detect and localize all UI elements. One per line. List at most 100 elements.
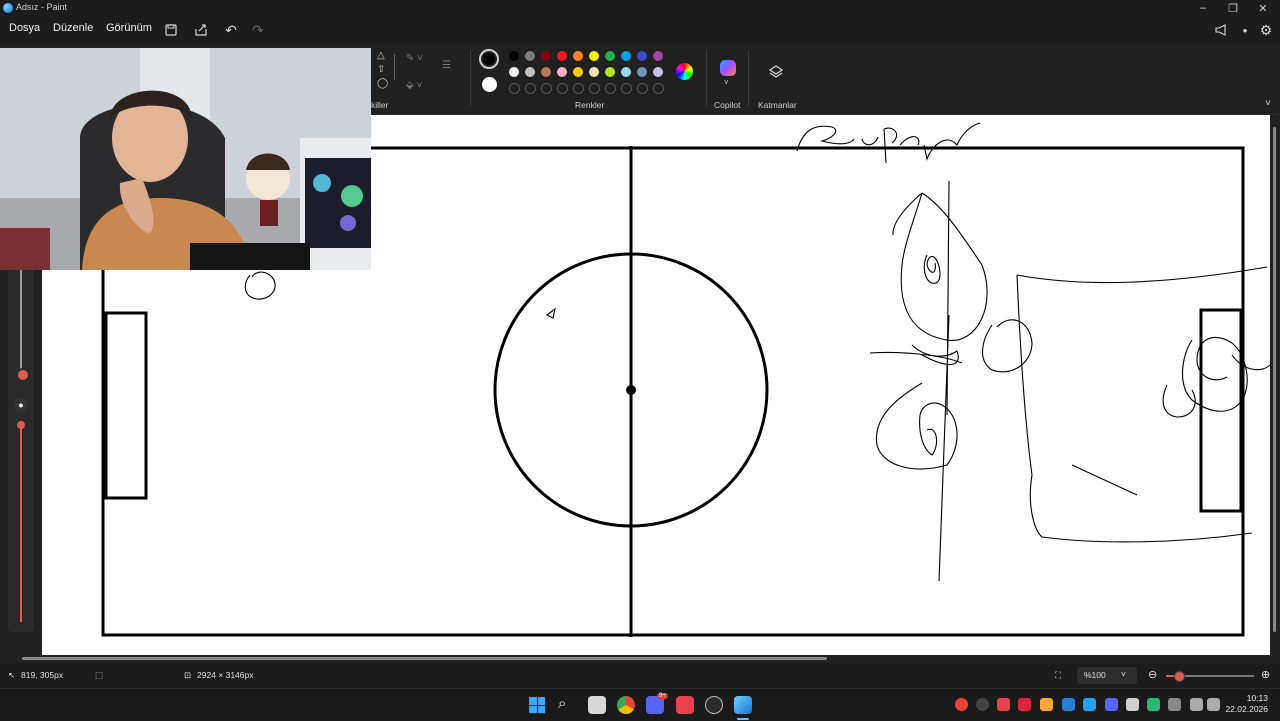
tray-app2-icon[interactable] xyxy=(1126,698,1139,711)
clock-date: 22.02.2026 xyxy=(1225,704,1268,714)
menu-gorunum[interactable]: Görünüm xyxy=(106,22,152,34)
color-swatch[interactable] xyxy=(541,51,551,61)
ribbon-collapse-icon[interactable]: ˅ xyxy=(1265,98,1271,109)
windows-start-icon[interactable] xyxy=(529,697,545,713)
opacity-slider-track[interactable] xyxy=(20,426,22,622)
network-icon[interactable] xyxy=(1190,698,1203,711)
outline-icon[interactable]: ✎ ˅ xyxy=(406,53,423,64)
copilot-icon[interactable] xyxy=(720,60,736,76)
settings-icon[interactable]: ⚙ xyxy=(1256,20,1276,40)
tray-discord-icon[interactable] xyxy=(1105,698,1118,711)
tray-steam-icon[interactable] xyxy=(976,698,989,711)
megaphone-icon[interactable] xyxy=(1211,20,1231,40)
close-icon[interactable]: ✕ xyxy=(1248,0,1278,16)
tray-blue-icon[interactable] xyxy=(1083,698,1096,711)
color-swatch[interactable] xyxy=(589,51,599,61)
color-swatch[interactable] xyxy=(653,51,663,61)
edit-colors-icon[interactable] xyxy=(676,63,693,80)
microphone-icon[interactable] xyxy=(1168,698,1181,711)
color-swatch[interactable] xyxy=(605,51,615,61)
arrow-shape-icon[interactable]: ⇧ xyxy=(377,64,385,75)
zoom-in-icon[interactable]: ⊕ xyxy=(1261,668,1270,681)
custom-color-slot[interactable] xyxy=(605,83,616,94)
vertical-scroll-thumb[interactable] xyxy=(1273,127,1276,632)
color-swatch[interactable] xyxy=(573,67,583,77)
custom-color-slot[interactable] xyxy=(541,83,552,94)
custom-color-slot[interactable] xyxy=(557,83,568,94)
custom-color-slot[interactable] xyxy=(525,83,536,94)
size-slider-thumb[interactable] xyxy=(16,368,30,382)
custom-color-slot[interactable] xyxy=(653,83,664,94)
steam-icon[interactable] xyxy=(705,696,723,714)
paint-icon[interactable] xyxy=(734,696,752,714)
freehand-scribbles xyxy=(244,122,1270,582)
bluetooth-icon[interactable] xyxy=(1062,698,1075,711)
color-swatch[interactable] xyxy=(653,67,663,77)
color-swatch[interactable] xyxy=(557,67,567,77)
color-swatch[interactable] xyxy=(605,67,615,77)
custom-color-slot[interactable] xyxy=(589,83,600,94)
horizontal-scrollbar[interactable] xyxy=(0,655,1280,663)
window-title: Adsız - Paint xyxy=(16,2,68,12)
zoom-out-icon[interactable]: ⊖ xyxy=(1148,668,1157,681)
start-tile xyxy=(529,705,537,713)
color-swatch[interactable] xyxy=(525,67,535,77)
color-swatch[interactable] xyxy=(509,67,519,77)
color-swatch[interactable] xyxy=(637,51,647,61)
color-swatch[interactable] xyxy=(541,67,551,77)
canvas-size-icon: ⊡ xyxy=(184,670,192,680)
tray-chrome-icon[interactable] xyxy=(955,698,968,711)
custom-color-slot[interactable] xyxy=(621,83,632,94)
copilot-dropdown-icon[interactable]: ˅ xyxy=(724,78,729,87)
color-swatch[interactable] xyxy=(557,51,567,61)
opacity-slider-thumb[interactable] xyxy=(17,421,25,429)
file-explorer-icon[interactable] xyxy=(588,696,606,714)
account-icon[interactable]: ● xyxy=(1235,20,1255,40)
share-icon[interactable] xyxy=(191,20,211,40)
custom-color-slot[interactable] xyxy=(509,83,520,94)
color-swatch[interactable] xyxy=(621,67,631,77)
vertical-scrollbar[interactable] xyxy=(1270,115,1280,655)
primary-color[interactable] xyxy=(479,49,499,69)
color-swatch[interactable] xyxy=(509,51,519,61)
chevron-down-icon: ˅ xyxy=(1121,669,1126,679)
minimize-icon[interactable]: – xyxy=(1188,0,1218,16)
color-swatch[interactable] xyxy=(589,67,599,77)
fill-icon[interactable]: ⬙ ˅ xyxy=(406,80,422,91)
size-slider-track[interactable] xyxy=(20,268,22,378)
triangle-shape-icon[interactable]: △ xyxy=(377,50,385,61)
search-icon[interactable]: ⌕ xyxy=(558,695,566,712)
color-swatch[interactable] xyxy=(525,51,535,61)
color-swatch[interactable] xyxy=(621,51,631,61)
secondary-color[interactable] xyxy=(482,77,497,92)
valorant-icon[interactable] xyxy=(676,696,694,714)
save-icon[interactable] xyxy=(161,20,181,40)
layers-icon[interactable] xyxy=(768,64,784,83)
menu-duzenle[interactable]: Düzenle xyxy=(53,22,93,34)
taskbar-clock[interactable]: 10:13 22.02.2026 xyxy=(1225,693,1268,715)
tray-cloud-icon[interactable] xyxy=(1040,698,1053,711)
tray-riot-icon[interactable] xyxy=(997,698,1010,711)
menu-dosya[interactable]: Dosya xyxy=(9,22,40,34)
redo-icon[interactable]: ↷ xyxy=(248,20,268,40)
speech-bubble-shape-icon[interactable]: ◯ xyxy=(377,78,388,89)
horizontal-scroll-thumb[interactable] xyxy=(22,657,827,660)
tray-app3-icon[interactable] xyxy=(1147,698,1160,711)
left-goal-box xyxy=(104,311,148,500)
color-swatch[interactable] xyxy=(637,67,647,77)
fit-to-window-icon[interactable]: ⛶ xyxy=(1055,670,1061,681)
zoom-dropdown[interactable]: %100 ˅ xyxy=(1077,667,1137,684)
size-icon[interactable]: ☰ xyxy=(442,60,451,71)
chrome-icon[interactable] xyxy=(617,696,635,714)
paint-app-icon xyxy=(3,3,13,13)
volume-icon[interactable] xyxy=(1207,698,1220,711)
custom-color-slot[interactable] xyxy=(573,83,584,94)
custom-color-slot[interactable] xyxy=(637,83,648,94)
zoom-slider-thumb[interactable] xyxy=(1174,671,1185,682)
color-swatch[interactable] xyxy=(573,51,583,61)
undo-icon[interactable]: ↶ xyxy=(221,20,241,40)
tray-app-icon[interactable] xyxy=(1018,698,1031,711)
center-spot xyxy=(626,385,636,395)
webcam-overlay xyxy=(0,48,371,270)
restore-icon[interactable]: ❐ xyxy=(1218,0,1248,16)
